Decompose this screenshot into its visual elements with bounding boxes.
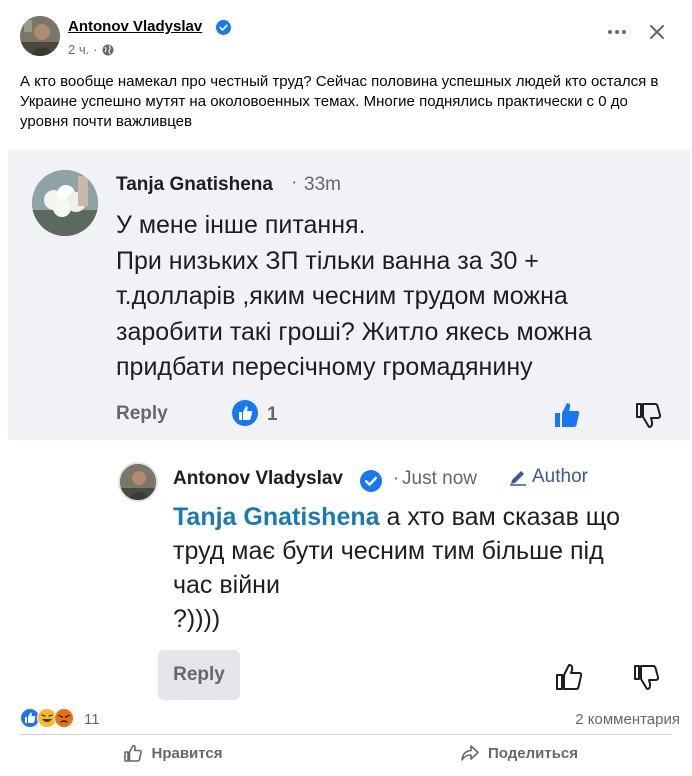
more-dots-icon xyxy=(608,30,626,34)
post-text: А кто вообще намекал про честный труд? С… xyxy=(20,73,659,130)
reply-line: труд має бути чесним тим більше під xyxy=(173,537,604,565)
close-button[interactable] xyxy=(645,20,669,44)
thumbs-down-icon[interactable] xyxy=(632,662,660,692)
verified-badge-icon xyxy=(360,470,382,492)
comment-like-count: 1 xyxy=(267,404,278,425)
mention-link[interactable]: Tanja Gnatishena xyxy=(173,503,380,531)
author-avatar[interactable] xyxy=(20,16,60,56)
comment-time[interactable]: 33m xyxy=(304,174,341,196)
reply-line: ?)))) xyxy=(173,605,221,633)
commenter-name[interactable]: Tanja Gnatishena xyxy=(116,174,273,196)
comment-line: У мене інше питання. xyxy=(116,211,366,239)
post-time[interactable]: 2 ч. xyxy=(68,42,89,57)
comment-text: У мене інше питання. При низьких ЗП тіль… xyxy=(116,208,676,386)
commenter-avatar[interactable] xyxy=(32,170,98,236)
reactions-summary: 11 2 комментария xyxy=(20,708,680,732)
reply-text: Tanja Gnatishena а хто вам сказав що тру… xyxy=(173,500,683,636)
comment-line: придбати пересічному громадянину xyxy=(116,353,533,381)
author-badge: Author xyxy=(508,466,588,488)
like-reaction-icon[interactable] xyxy=(232,400,258,426)
pencil-icon xyxy=(510,471,526,486)
share-arrow-icon xyxy=(461,745,479,761)
reply-line: Tanja Gnatishena а хто вам сказав що xyxy=(173,500,683,534)
globe-icon xyxy=(102,44,114,55)
thumbs-up-icon xyxy=(124,744,143,762)
angry-icon xyxy=(54,708,74,728)
comment-line: заробити такі гроші? Житло якесь можна xyxy=(116,317,592,346)
comment-reply-button[interactable]: Reply xyxy=(116,403,168,425)
reaction-count[interactable]: 11 xyxy=(84,711,100,728)
separator-dot: · xyxy=(291,172,298,193)
thumbs-down-icon[interactable] xyxy=(634,400,662,430)
comment: Tanja Gnatishena · 33m У мене інше питан… xyxy=(8,150,690,440)
reply-reply-button[interactable]: Reply xyxy=(158,650,240,700)
reply-time[interactable]: Just now xyxy=(402,468,477,490)
comments-area: Tanja Gnatishena · 33m У мене інше питан… xyxy=(8,150,690,700)
share-button[interactable]: Поделиться xyxy=(346,736,692,770)
verified-badge-icon xyxy=(216,20,231,35)
post-author-name[interactable]: Antonov Vladyslav xyxy=(68,18,202,35)
reply-line: час війни xyxy=(173,571,280,599)
divider xyxy=(20,734,672,735)
post-actions: Нравится Поделиться xyxy=(0,736,692,770)
separator-dot: · xyxy=(93,42,98,57)
comment-line: т.долларів ,яким чесним трудом можна xyxy=(116,282,568,310)
separator-dot: · xyxy=(393,468,400,489)
post-meta: 2 ч. · xyxy=(68,42,114,57)
reply-author-avatar[interactable] xyxy=(118,462,158,502)
close-icon xyxy=(650,25,664,39)
reply-author-name[interactable]: Antonov Vladyslav xyxy=(173,468,343,490)
author-badge-label: Author xyxy=(532,466,588,487)
reaction-icons[interactable] xyxy=(20,708,74,728)
post-header: Antonov Vladyslav 2 ч. · xyxy=(20,14,672,64)
thumbs-up-icon[interactable] xyxy=(552,400,582,430)
like-button[interactable]: Нравится xyxy=(0,736,346,770)
like-button-label: Нравится xyxy=(151,744,223,762)
thumbs-up-icon[interactable] xyxy=(554,662,584,692)
comment-line: При низьких ЗП тільки ванна за 30 + xyxy=(116,246,539,275)
more-options-button[interactable] xyxy=(605,20,629,44)
share-button-label: Поделиться xyxy=(487,744,579,762)
comment-count[interactable]: 2 комментария xyxy=(575,711,680,728)
reply-comment: Antonov Vladyslav · Just now Author Tanj… xyxy=(8,440,690,700)
reply-line-rest: а хто вам сказав що xyxy=(379,503,620,531)
